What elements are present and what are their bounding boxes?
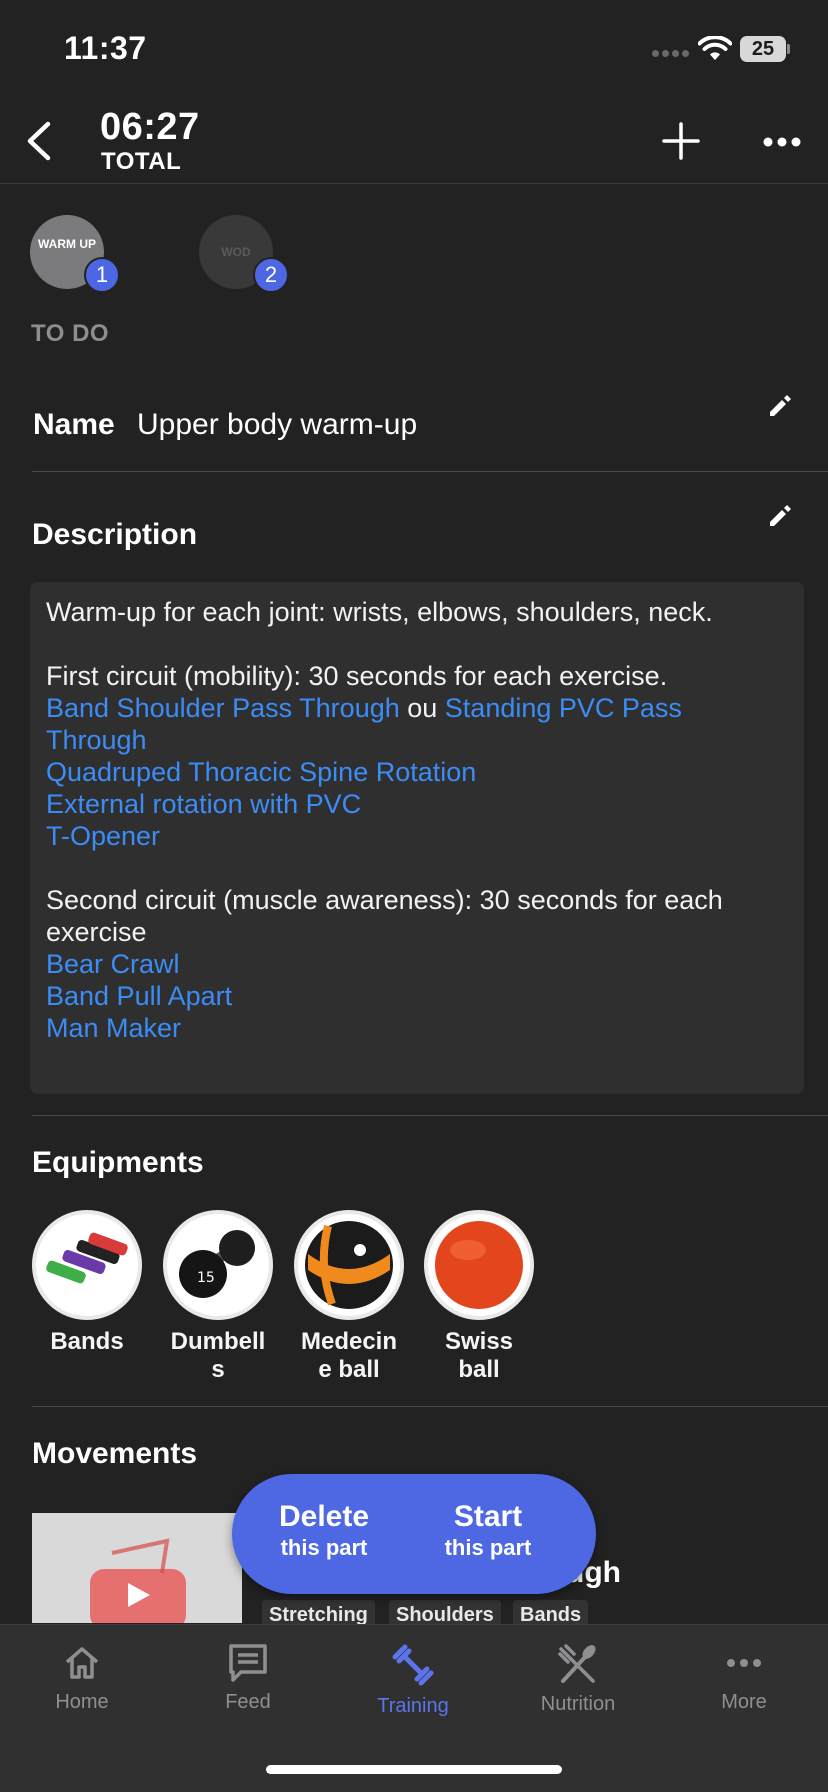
wifi-icon (698, 36, 732, 60)
description-intro: Warm-up for each joint: wrists, elbows, … (46, 597, 713, 627)
exercise-link[interactable]: Band Shoulder Pass Through (46, 693, 400, 723)
tab-label: Home (55, 1691, 109, 1713)
equipment-label: Medecin e ball (300, 1328, 398, 1383)
exercise-link[interactable]: Band Pull Apart (46, 981, 232, 1011)
exercise-link[interactable]: External rotation with PVC (46, 789, 361, 819)
medicine-ball-image (294, 1210, 404, 1320)
divider (32, 1115, 828, 1116)
name-row: Name Upper body warm-up (32, 384, 828, 472)
description-box: Warm-up for each joint: wrists, elbows, … (30, 582, 804, 1094)
battery-level: 25 (740, 36, 786, 62)
part-wod-label: WOD (221, 245, 251, 259)
equipment-label: Swiss ball (444, 1328, 514, 1383)
name-label: Name (33, 408, 115, 441)
more-icon (727, 1659, 761, 1667)
movement-video-thumbnail[interactable] (32, 1513, 242, 1623)
tab-training[interactable]: Training (348, 1643, 478, 1723)
status-bar: 11:37 25 (0, 0, 828, 100)
tab-label: Nutrition (540, 1693, 616, 1715)
more-options-button[interactable] (760, 130, 804, 154)
part-action-bar: Delete this part Start this part (232, 1474, 596, 1594)
swiss-ball-image (424, 1210, 534, 1320)
tab-label: Training (377, 1695, 449, 1717)
start-part-button[interactable]: Start this part (408, 1474, 568, 1594)
home-indicator (266, 1765, 562, 1774)
circuit-2-title: Second circuit (muscle awareness): 30 se… (46, 885, 723, 947)
tab-home[interactable]: Home (17, 1643, 147, 1723)
dumbbell-icon (392, 1644, 434, 1686)
delete-part-button[interactable]: Delete this part (244, 1474, 404, 1594)
equipment-dumbbells[interactable]: 15 Dumbell s (163, 1210, 273, 1384)
exercise-link[interactable]: Bear Crawl (46, 949, 180, 979)
or-text: ou (399, 693, 445, 723)
exercise-link[interactable]: Man Maker (46, 1013, 181, 1043)
part-warm-up-label: WARM UP (38, 237, 96, 251)
divider (32, 1406, 828, 1407)
exercise-link[interactable]: Quadruped Thoracic Spine Rotation (46, 757, 476, 787)
part-number-badge: 1 (84, 257, 120, 293)
add-button[interactable] (660, 120, 702, 162)
tab-nutrition[interactable]: Nutrition (513, 1643, 643, 1723)
tab-label: Feed (225, 1691, 271, 1713)
feed-icon (229, 1644, 267, 1682)
name-value: Upper body warm-up (137, 408, 418, 441)
edit-description-icon[interactable] (766, 502, 794, 530)
part-number-badge: 2 (253, 257, 289, 293)
workout-header: 06:27 TOTAL (0, 100, 828, 184)
total-timer: 06:27 (100, 106, 200, 148)
status-time: 11:37 (64, 30, 147, 66)
part-wod-button[interactable]: WOD 2 (199, 215, 289, 293)
exercise-link[interactable]: T-Opener (46, 821, 160, 851)
equipments-title: Equipments (32, 1146, 204, 1179)
back-button[interactable] (20, 118, 60, 164)
equipment-bands[interactable]: Bands (32, 1210, 142, 1356)
svg-text:15: 15 (197, 1270, 215, 1286)
cellular-signal-icon (652, 50, 692, 60)
tab-feed[interactable]: Feed (183, 1643, 313, 1723)
bands-image (32, 1210, 142, 1320)
edit-name-icon[interactable] (766, 392, 794, 420)
tab-label: More (721, 1691, 767, 1713)
circuit-1-title: First circuit (mobility): 30 seconds for… (46, 661, 668, 691)
equipment-medicine-ball[interactable]: Medecin e ball (294, 1210, 404, 1384)
part-warm-up-button[interactable]: WARM UP 1 (30, 215, 120, 293)
movements-title: Movements (32, 1437, 198, 1470)
equipment-label: Bands (50, 1328, 124, 1355)
part-status: TO DO (31, 320, 110, 347)
utensils-icon (558, 1644, 596, 1683)
dumbbells-image: 15 (163, 1210, 273, 1320)
tab-more[interactable]: More (679, 1643, 809, 1723)
equipment-label: Dumbell s (170, 1328, 266, 1383)
description-title: Description (32, 518, 198, 551)
battery-icon: 25 (740, 36, 790, 62)
total-timer-label: TOTAL (101, 148, 182, 175)
home-icon (65, 1647, 99, 1679)
equipment-swiss-ball[interactable]: Swiss ball (424, 1210, 534, 1384)
